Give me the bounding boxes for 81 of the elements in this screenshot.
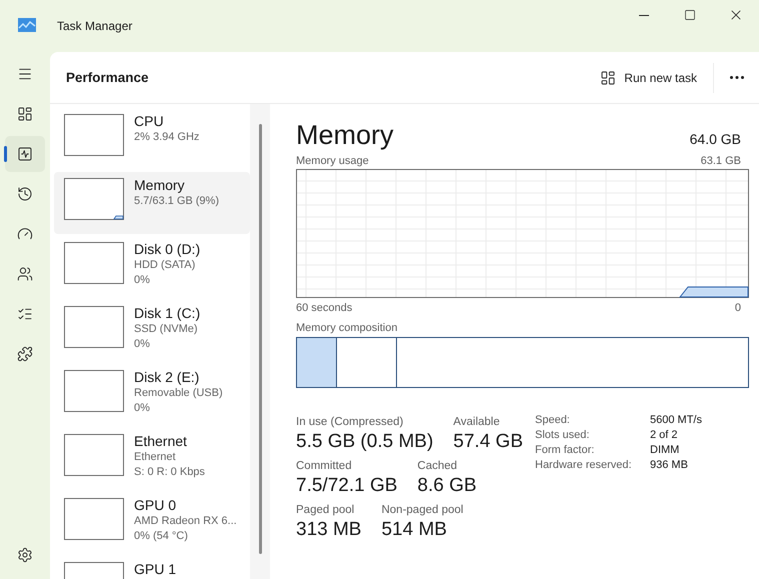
checklist-icon [17,306,33,322]
property-value: 2 of 2 [650,429,679,441]
device-list-item[interactable]: Memory 5.7/63.1 GB (9%) [54,172,250,234]
window-title: Task Manager [57,19,134,33]
stat-label: Cached [417,459,458,474]
stat-value: 313 MB [296,518,362,542]
run-new-task-button[interactable]: Run new task [592,64,705,92]
app-icon [18,18,36,32]
mini-graph [64,178,124,220]
mini-graph [64,370,124,412]
stat-label: Paged pool [296,503,356,518]
stat-label: In use (Compressed) [296,415,404,430]
stat-value: 7.5/72.1 GB [296,474,398,498]
maximize-icon [684,9,696,21]
device-detail: Removable (USB) [134,386,223,401]
device-list-item[interactable]: Disk 1 (C:) SSD (NVMe) 0% [54,300,250,362]
scrollbar-thumb[interactable] [258,124,262,554]
more-icon [730,76,744,79]
device-list-item[interactable]: CPU 2% 3.94 GHz [54,108,250,170]
mini-graph [64,242,124,284]
activity-icon [17,146,33,162]
stat-label: Non-paged pool [381,503,464,518]
stat-value: 514 MB [381,518,448,542]
device-list-item[interactable]: GPU 1 [54,556,250,579]
property-label: Slots used: [535,429,590,441]
composition-label: Memory composition [296,322,398,334]
mini-graph [64,114,124,156]
device-name: GPU 1 [134,560,176,578]
property-value: DIMM [650,444,680,456]
minimize-icon [639,14,649,16]
stat-value: 57.4 GB [453,430,523,454]
device-detail: 2% 3.94 GHz [134,130,200,145]
axis-label: 0 [734,302,741,314]
device-name: Disk 0 (D:) [134,240,200,258]
device-name: Disk 1 (C:) [134,304,200,322]
history-icon [17,186,33,202]
device-name: GPU 0 [134,496,178,514]
device-detail: 0% [134,337,151,352]
property-label: Speed: [535,414,571,426]
property-label: Hardware reserved: [535,459,633,471]
device-detail: HDD (SATA) [134,258,196,273]
device-list-item[interactable]: GPU 0 AMD Radeon RX 6... 0% (54 °C) [54,492,250,554]
grid-icon [17,106,33,122]
device-name: Ethernet [134,432,188,450]
device-detail: Ethernet [134,450,177,465]
nav-button[interactable] [5,136,45,172]
gauge-icon [17,226,33,242]
device-detail: SSD (NVMe) [134,322,199,337]
stat-label: Available [453,415,501,430]
device-name: CPU [134,112,165,130]
puzzle-icon [17,346,33,362]
graph-max-label: 63.1 GB [700,155,741,167]
device-detail: 0% (54 °C) [134,529,189,544]
device-name: Disk 2 (E:) [134,368,200,386]
detail-title: Memory [296,120,394,151]
stat-value: 8.6 GB [417,474,477,498]
device-detail: 0% [134,401,151,416]
property-value: 936 MB [650,459,689,471]
axis-label: 60 seconds [296,302,352,314]
device-detail: S: 0 R: 0 Kbps [134,465,205,480]
page-title: Performance [66,70,150,85]
device-name: Memory [134,176,186,194]
property-label: Form factor: [535,444,596,456]
mini-graph [64,498,124,540]
users-icon [17,266,33,282]
device-list-item[interactable]: Ethernet Ethernet S: 0 R: 0 Kbps [54,428,250,490]
property-value: 5600 MT/s [650,414,702,426]
device-detail: AMD Radeon RX 6... [134,514,237,529]
stat-value: 5.5 GB (0.5 MB) [296,430,434,454]
device-detail: 0% [134,273,151,288]
device-list-item[interactable]: Disk 0 (D:) HDD (SATA) 0% [54,236,250,298]
menu-icon [17,66,33,82]
device-list-item[interactable]: Disk 2 (E:) Removable (USB) 0% [54,364,250,426]
total-memory: 64.0 GB [690,131,741,147]
device-detail: 5.7/63.1 GB (9%) [134,194,219,209]
grid-icon [600,70,616,86]
mini-graph [64,434,124,476]
mini-graph [64,306,124,348]
stat-label: Committed [296,459,353,474]
settings-icon [17,547,33,563]
graph-label: Memory usage [296,155,369,167]
